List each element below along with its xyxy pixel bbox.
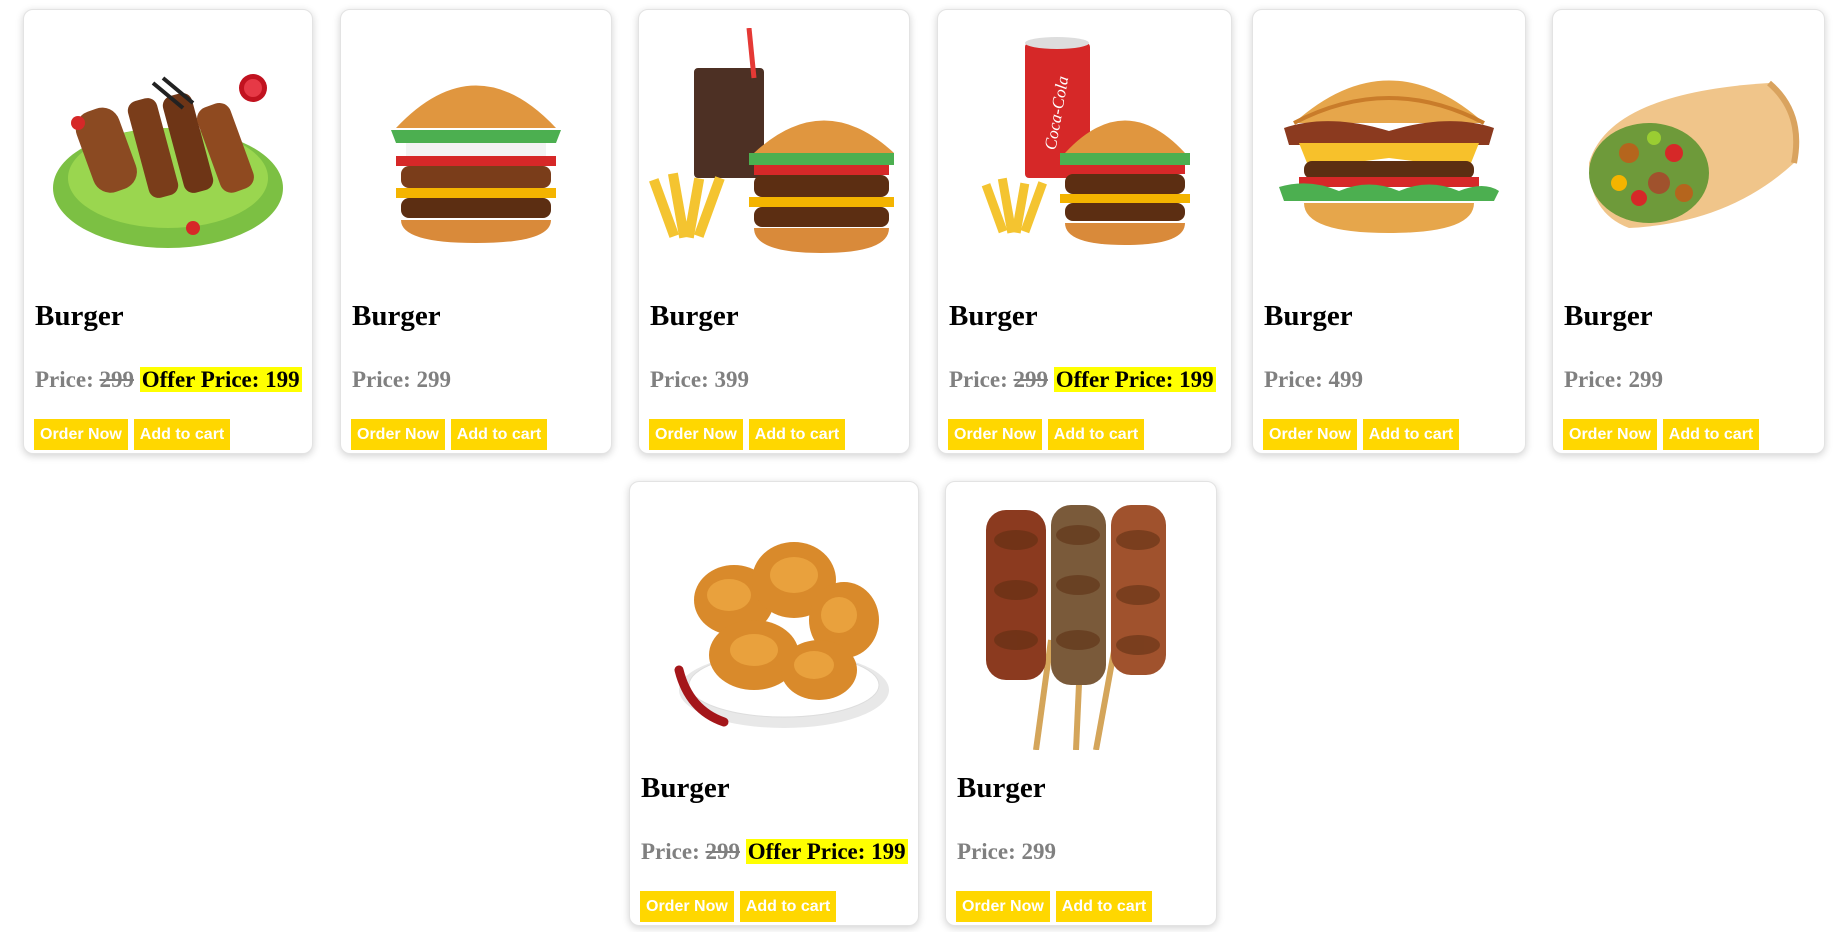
product-card: Burger Price: 299 Order Now Add to cart [1552, 9, 1825, 454]
product-price: Price: 499 [1264, 367, 1363, 393]
offer-price: Offer Price: 199 [1053, 367, 1216, 392]
price-value: 299 [416, 367, 451, 392]
card-actions: Order Now Add to cart [948, 419, 1145, 450]
price-value: 399 [714, 367, 749, 392]
price-label: Price: [650, 367, 709, 392]
card-actions: Order Now Add to cart [34, 419, 231, 450]
product-title: Burger [35, 300, 124, 332]
offer-label: Offer Price: [141, 367, 260, 392]
product-image [1553, 18, 1824, 288]
meat-skewers-icon [986, 505, 1166, 750]
original-price: 299 [1013, 367, 1048, 392]
add-to-cart-button[interactable]: Add to cart [133, 419, 231, 450]
chicken-wrap-icon [1588, 80, 1799, 228]
product-price: Price: 299 Offer Price: 199 [949, 367, 1216, 393]
card-actions: Order Now Add to cart [1263, 419, 1460, 450]
product-price: Price: 299 Offer Price: 199 [641, 839, 908, 865]
add-to-cart-button[interactable]: Add to cart [1662, 419, 1760, 450]
offer-value: 199 [1179, 367, 1214, 392]
product-image [24, 18, 312, 288]
price-value: 299 [1021, 839, 1056, 864]
product-card: Burger Price: 299 Order Now Add to cart [340, 9, 612, 454]
price-label: Price: [352, 367, 411, 392]
product-price: Price: 399 [650, 367, 749, 393]
product-title: Burger [650, 300, 739, 332]
add-to-cart-button[interactable]: Add to cart [1047, 419, 1145, 450]
original-price: 299 [705, 839, 740, 864]
offer-price: Offer Price: 199 [139, 367, 302, 392]
product-card: Burger Price: 399 Order Now Add to cart [638, 9, 910, 454]
add-to-cart-button[interactable]: Add to cart [1055, 891, 1153, 922]
add-to-cart-button[interactable]: Add to cart [748, 419, 846, 450]
price-label: Price: [35, 367, 94, 392]
card-actions: Order Now Add to cart [956, 891, 1153, 922]
price-label: Price: [957, 839, 1016, 864]
order-now-button[interactable]: Order Now [956, 891, 1050, 922]
product-card: Burger Price: 499 Order Now Add to cart [1252, 9, 1526, 454]
order-now-button[interactable]: Order Now [1263, 419, 1357, 450]
fried-chicken-plate-icon [674, 542, 889, 728]
product-title: Burger [949, 300, 1038, 332]
order-now-button[interactable]: Order Now [649, 419, 743, 450]
order-now-button[interactable]: Order Now [640, 891, 734, 922]
product-title: Burger [957, 772, 1046, 804]
product-image [946, 490, 1216, 760]
offer-value: 199 [265, 367, 300, 392]
product-title: Burger [1564, 300, 1653, 332]
product-card: Burger Price: 299 Offer Price: 199 Order… [23, 9, 313, 454]
double-burger-icon [391, 85, 561, 243]
product-image [1253, 18, 1525, 288]
price-value: 299 [1628, 367, 1663, 392]
offer-value: 199 [871, 839, 906, 864]
add-to-cart-button[interactable]: Add to cart [450, 419, 548, 450]
product-image [639, 18, 909, 288]
burger-fries-cola-combo-icon [649, 28, 894, 253]
grilled-meat-skewers-platter-icon [53, 74, 283, 248]
order-now-button[interactable]: Order Now [948, 419, 1042, 450]
product-title: Burger [1264, 300, 1353, 332]
price-label: Price: [1564, 367, 1623, 392]
product-title: Burger [641, 772, 730, 804]
offer-label: Offer Price: [1055, 367, 1174, 392]
add-to-cart-button[interactable]: Add to cart [1362, 419, 1460, 450]
product-card: Coca-Cola Burger Price: 299 Offer Price:… [937, 9, 1232, 454]
card-actions: Order Now Add to cart [351, 419, 548, 450]
price-value: 499 [1328, 367, 1363, 392]
card-actions: Order Now Add to cart [649, 419, 846, 450]
card-actions: Order Now Add to cart [640, 891, 837, 922]
product-price: Price: 299 Offer Price: 199 [35, 367, 302, 393]
burger-fries-coca-cola-combo-icon: Coca-Cola [981, 37, 1190, 245]
product-grid: Burger Price: 299 Offer Price: 199 Order… [0, 0, 1844, 932]
product-price: Price: 299 [1564, 367, 1663, 393]
order-now-button[interactable]: Order Now [34, 419, 128, 450]
product-price: Price: 299 [957, 839, 1056, 865]
order-now-button[interactable]: Order Now [1563, 419, 1657, 450]
bacon-cheeseburger-icon [1279, 80, 1499, 233]
order-now-button[interactable]: Order Now [351, 419, 445, 450]
offer-price: Offer Price: 199 [745, 839, 908, 864]
product-image [341, 18, 611, 288]
product-title: Burger [352, 300, 441, 332]
price-label: Price: [1264, 367, 1323, 392]
product-image: Coca-Cola [938, 18, 1231, 288]
product-card: Burger Price: 299 Order Now Add to cart [945, 481, 1217, 926]
price-label: Price: [949, 367, 1008, 392]
card-actions: Order Now Add to cart [1563, 419, 1760, 450]
product-card: Burger Price: 299 Offer Price: 199 Order… [629, 481, 919, 926]
product-image [630, 490, 918, 760]
original-price: 299 [99, 367, 134, 392]
price-label: Price: [641, 839, 700, 864]
add-to-cart-button[interactable]: Add to cart [739, 891, 837, 922]
product-price: Price: 299 [352, 367, 451, 393]
offer-label: Offer Price: [747, 839, 866, 864]
